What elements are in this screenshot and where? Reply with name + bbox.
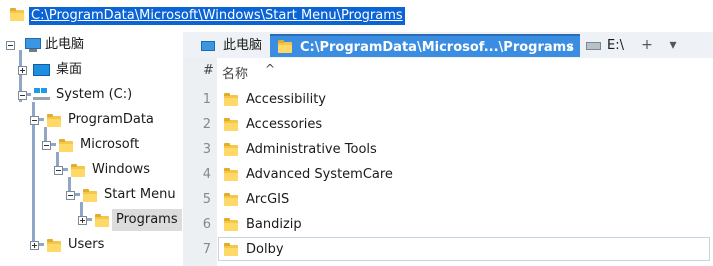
folder-icon <box>224 193 238 206</box>
add-tab-button[interactable]: + <box>639 36 655 54</box>
list-item[interactable]: 7 Dolby <box>183 237 713 262</box>
address-bar[interactable]: C:\ProgramData\Microsoft\Windows\Start M… <box>0 0 713 32</box>
tree-item-system-c[interactable]: System (C:) <box>0 84 183 106</box>
row-number: 2 <box>202 117 211 132</box>
collapse-toggle-icon[interactable] <box>18 91 27 100</box>
tree-item-label: 桌面 <box>56 62 83 77</box>
row-number: 4 <box>202 167 211 182</box>
list-item[interactable]: 2 Accessories <box>183 112 713 137</box>
item-name: Bandizip <box>246 217 302 232</box>
list-item[interactable]: 3 Administrative Tools <box>183 137 713 162</box>
row-number: 5 <box>202 192 211 207</box>
tab-programs[interactable]: C:\ProgramData\Microsof...\Programs × <box>270 34 580 57</box>
collapse-toggle-icon[interactable] <box>66 191 75 200</box>
folder-icon <box>47 114 61 127</box>
collapse-toggle-icon[interactable] <box>30 116 39 125</box>
item-name: Advanced SystemCare <box>246 167 393 182</box>
tree-item-programs[interactable]: Programs <box>0 209 183 231</box>
computer-icon <box>201 41 215 51</box>
expand-toggle-icon[interactable] <box>78 216 87 225</box>
tab-label: C:\ProgramData\Microsof...\Programs <box>300 40 574 55</box>
address-path[interactable]: C:\ProgramData\Microsoft\Windows\Start M… <box>29 7 405 25</box>
folder-icon <box>224 168 238 181</box>
tab-this-pc[interactable]: 此电脑 <box>189 34 275 57</box>
tree-item-label: Start Menu <box>104 187 176 202</box>
column-header-name[interactable]: 名称 <box>222 63 248 82</box>
tree-item-this-pc[interactable]: 此电脑 <box>0 34 183 56</box>
list-header: # 名称 ^ <box>183 58 713 84</box>
collapse-toggle-icon[interactable] <box>54 166 63 175</box>
tree-item-desktop[interactable]: 桌面 <box>0 59 183 81</box>
list-item[interactable]: 5 ArcGIS <box>183 187 713 212</box>
tree-item-microsoft[interactable]: Microsoft <box>0 134 183 156</box>
tree-item-label: System (C:) <box>56 87 133 102</box>
column-header-number[interactable]: # <box>203 63 214 78</box>
row-number: 7 <box>202 242 211 257</box>
folder-icon <box>10 8 24 21</box>
tree-item-programdata[interactable]: ProgramData <box>0 109 183 131</box>
item-name: ArcGIS <box>246 192 290 207</box>
folder-icon <box>224 143 238 156</box>
list-item[interactable]: 4 Advanced SystemCare <box>183 162 713 187</box>
item-name: Administrative Tools <box>246 142 377 157</box>
folder-icon <box>83 189 97 202</box>
expand-toggle-icon[interactable] <box>30 241 39 250</box>
drive-icon <box>33 88 50 100</box>
folder-icon <box>278 40 292 53</box>
tree-item-label: Microsoft <box>80 137 140 152</box>
tab-label: E:\ <box>607 38 624 53</box>
folder-icon <box>71 164 85 177</box>
folder-icon <box>95 214 109 227</box>
drive-icon <box>586 42 601 50</box>
tree-item-start-menu[interactable]: Start Menu <box>0 184 183 206</box>
tree-item-windows[interactable]: Windows <box>0 159 183 181</box>
folder-icon <box>224 218 238 231</box>
tree-item-label: 此电脑 <box>45 37 85 52</box>
item-name: Accessories <box>246 117 323 132</box>
sort-ascending-icon: ^ <box>265 62 276 76</box>
collapse-toggle-icon[interactable] <box>6 41 15 50</box>
tab-bar: 此电脑 C:\ProgramData\Microsof...\Programs … <box>183 32 713 58</box>
tree-item-label: Users <box>68 237 105 252</box>
file-list: # 名称 ^ 1 Accessibility 2 Accessories 3 A… <box>183 58 713 266</box>
tree-item-users[interactable]: Users <box>0 234 183 256</box>
computer-icon <box>25 38 41 52</box>
focus-rectangle <box>218 237 710 261</box>
tree-item-label: Programs <box>112 209 182 231</box>
row-number: 3 <box>202 142 211 157</box>
close-icon[interactable]: × <box>565 36 574 59</box>
folder-tree: 此电脑 桌面 System (C:) ProgramData Microsoft… <box>0 32 183 266</box>
tree-item-label: ProgramData <box>68 112 154 127</box>
collapse-toggle-icon[interactable] <box>42 141 51 150</box>
list-item[interactable]: 1 Accessibility <box>183 87 713 112</box>
row-number: 6 <box>202 217 211 232</box>
row-number: 1 <box>202 92 211 107</box>
desktop-icon <box>33 64 50 76</box>
folder-icon <box>224 243 238 256</box>
expand-toggle-icon[interactable] <box>18 66 27 75</box>
tab-dropdown-button[interactable]: ▾ <box>665 36 681 54</box>
item-name: Accessibility <box>246 92 326 107</box>
tab-drive-e[interactable]: E:\ <box>580 34 630 57</box>
folder-icon <box>47 239 61 252</box>
item-name: Dolby <box>246 242 284 257</box>
folder-icon <box>224 93 238 106</box>
tab-label: 此电脑 <box>223 38 263 53</box>
folder-icon <box>59 139 73 152</box>
folder-icon <box>224 118 238 131</box>
tree-item-label: Windows <box>92 162 151 177</box>
list-item[interactable]: 6 Bandizip <box>183 212 713 237</box>
